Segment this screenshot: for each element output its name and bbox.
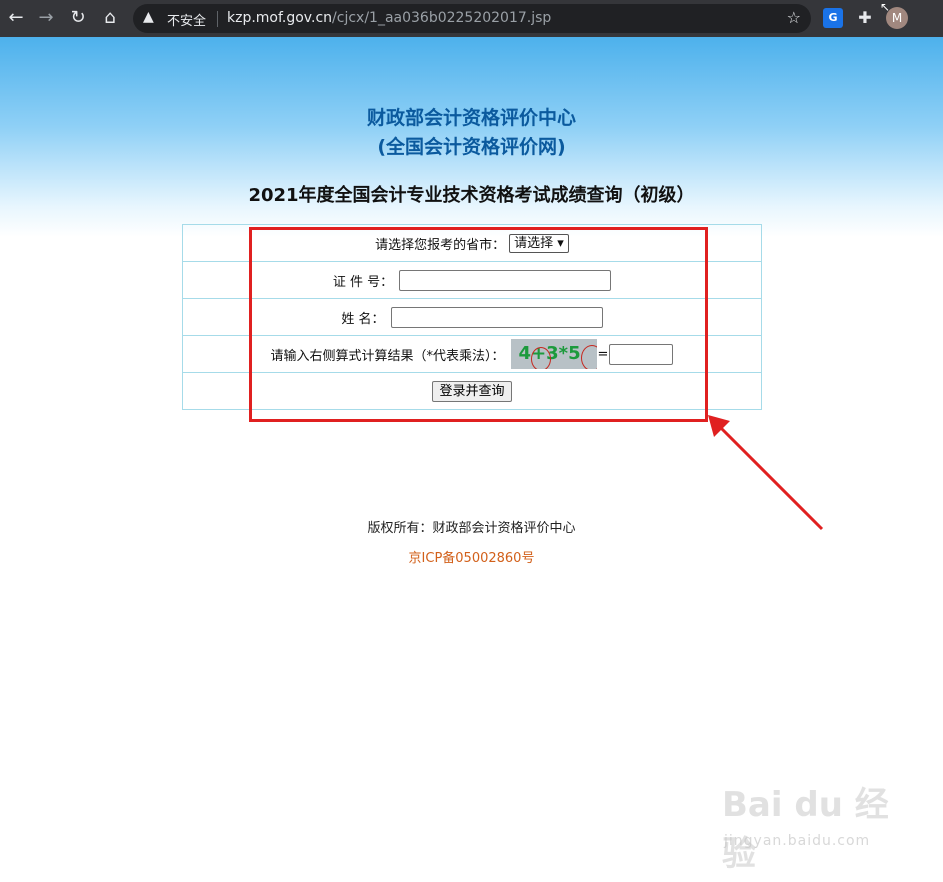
watermark-url: jingyan.baidu.com [724,833,871,849]
mouse-cursor-icon: ↖ [880,0,891,14]
url-host: kzp.mof.gov.cn [227,10,333,26]
extensions-puzzle-icon[interactable]: ✚ [855,8,875,28]
home-icon[interactable]: ⌂ [98,6,122,30]
address-bar[interactable]: ▲ 不安全 kzp.mof.gov.cn/cjcx/1_aa036b022520… [133,4,811,33]
browser-toolbar: ← → ↻ ⌂ ▲ 不安全 kzp.mof.gov.cn/cjcx/1_aa03… [0,0,943,37]
icp-link[interactable]: 京ICP备05002860号 [0,547,943,566]
security-label[interactable]: 不安全 [167,10,206,29]
baidu-watermark: Bai du 经验 jingyan.baidu.com [722,777,902,874]
page-title: 2021年度全国会计专业技术资格考试成绩查询（初级） [248,185,695,206]
copyright-text: 版权所有：财政部会计资格评价中心 [367,521,576,536]
bookmark-star-icon[interactable]: ☆ [787,8,801,27]
page-content: 财政部会计资格评价中心 (全国会计资格评价网) 2021年度全国会计专业技术资格… [0,37,943,882]
address-divider [217,11,218,27]
forward-icon[interactable]: → [34,6,58,30]
url-path: /cjcx/1_aa036b0225202017.jsp [332,10,552,26]
highlight-annotation-box [249,227,708,422]
back-icon[interactable]: ← [4,6,28,30]
watermark-brand: Bai du 经验 [722,785,889,874]
warning-icon[interactable]: ▲ [143,9,154,25]
translate-extension-icon[interactable]: G [823,8,843,28]
url-text[interactable]: kzp.mof.gov.cn/cjcx/1_aa036b0225202017.j… [227,10,551,26]
reload-icon[interactable]: ↻ [66,6,90,30]
site-name-line2: (全国会计资格评价网) [377,136,566,158]
site-name-line1: 财政部会计资格评价中心 [366,107,576,129]
